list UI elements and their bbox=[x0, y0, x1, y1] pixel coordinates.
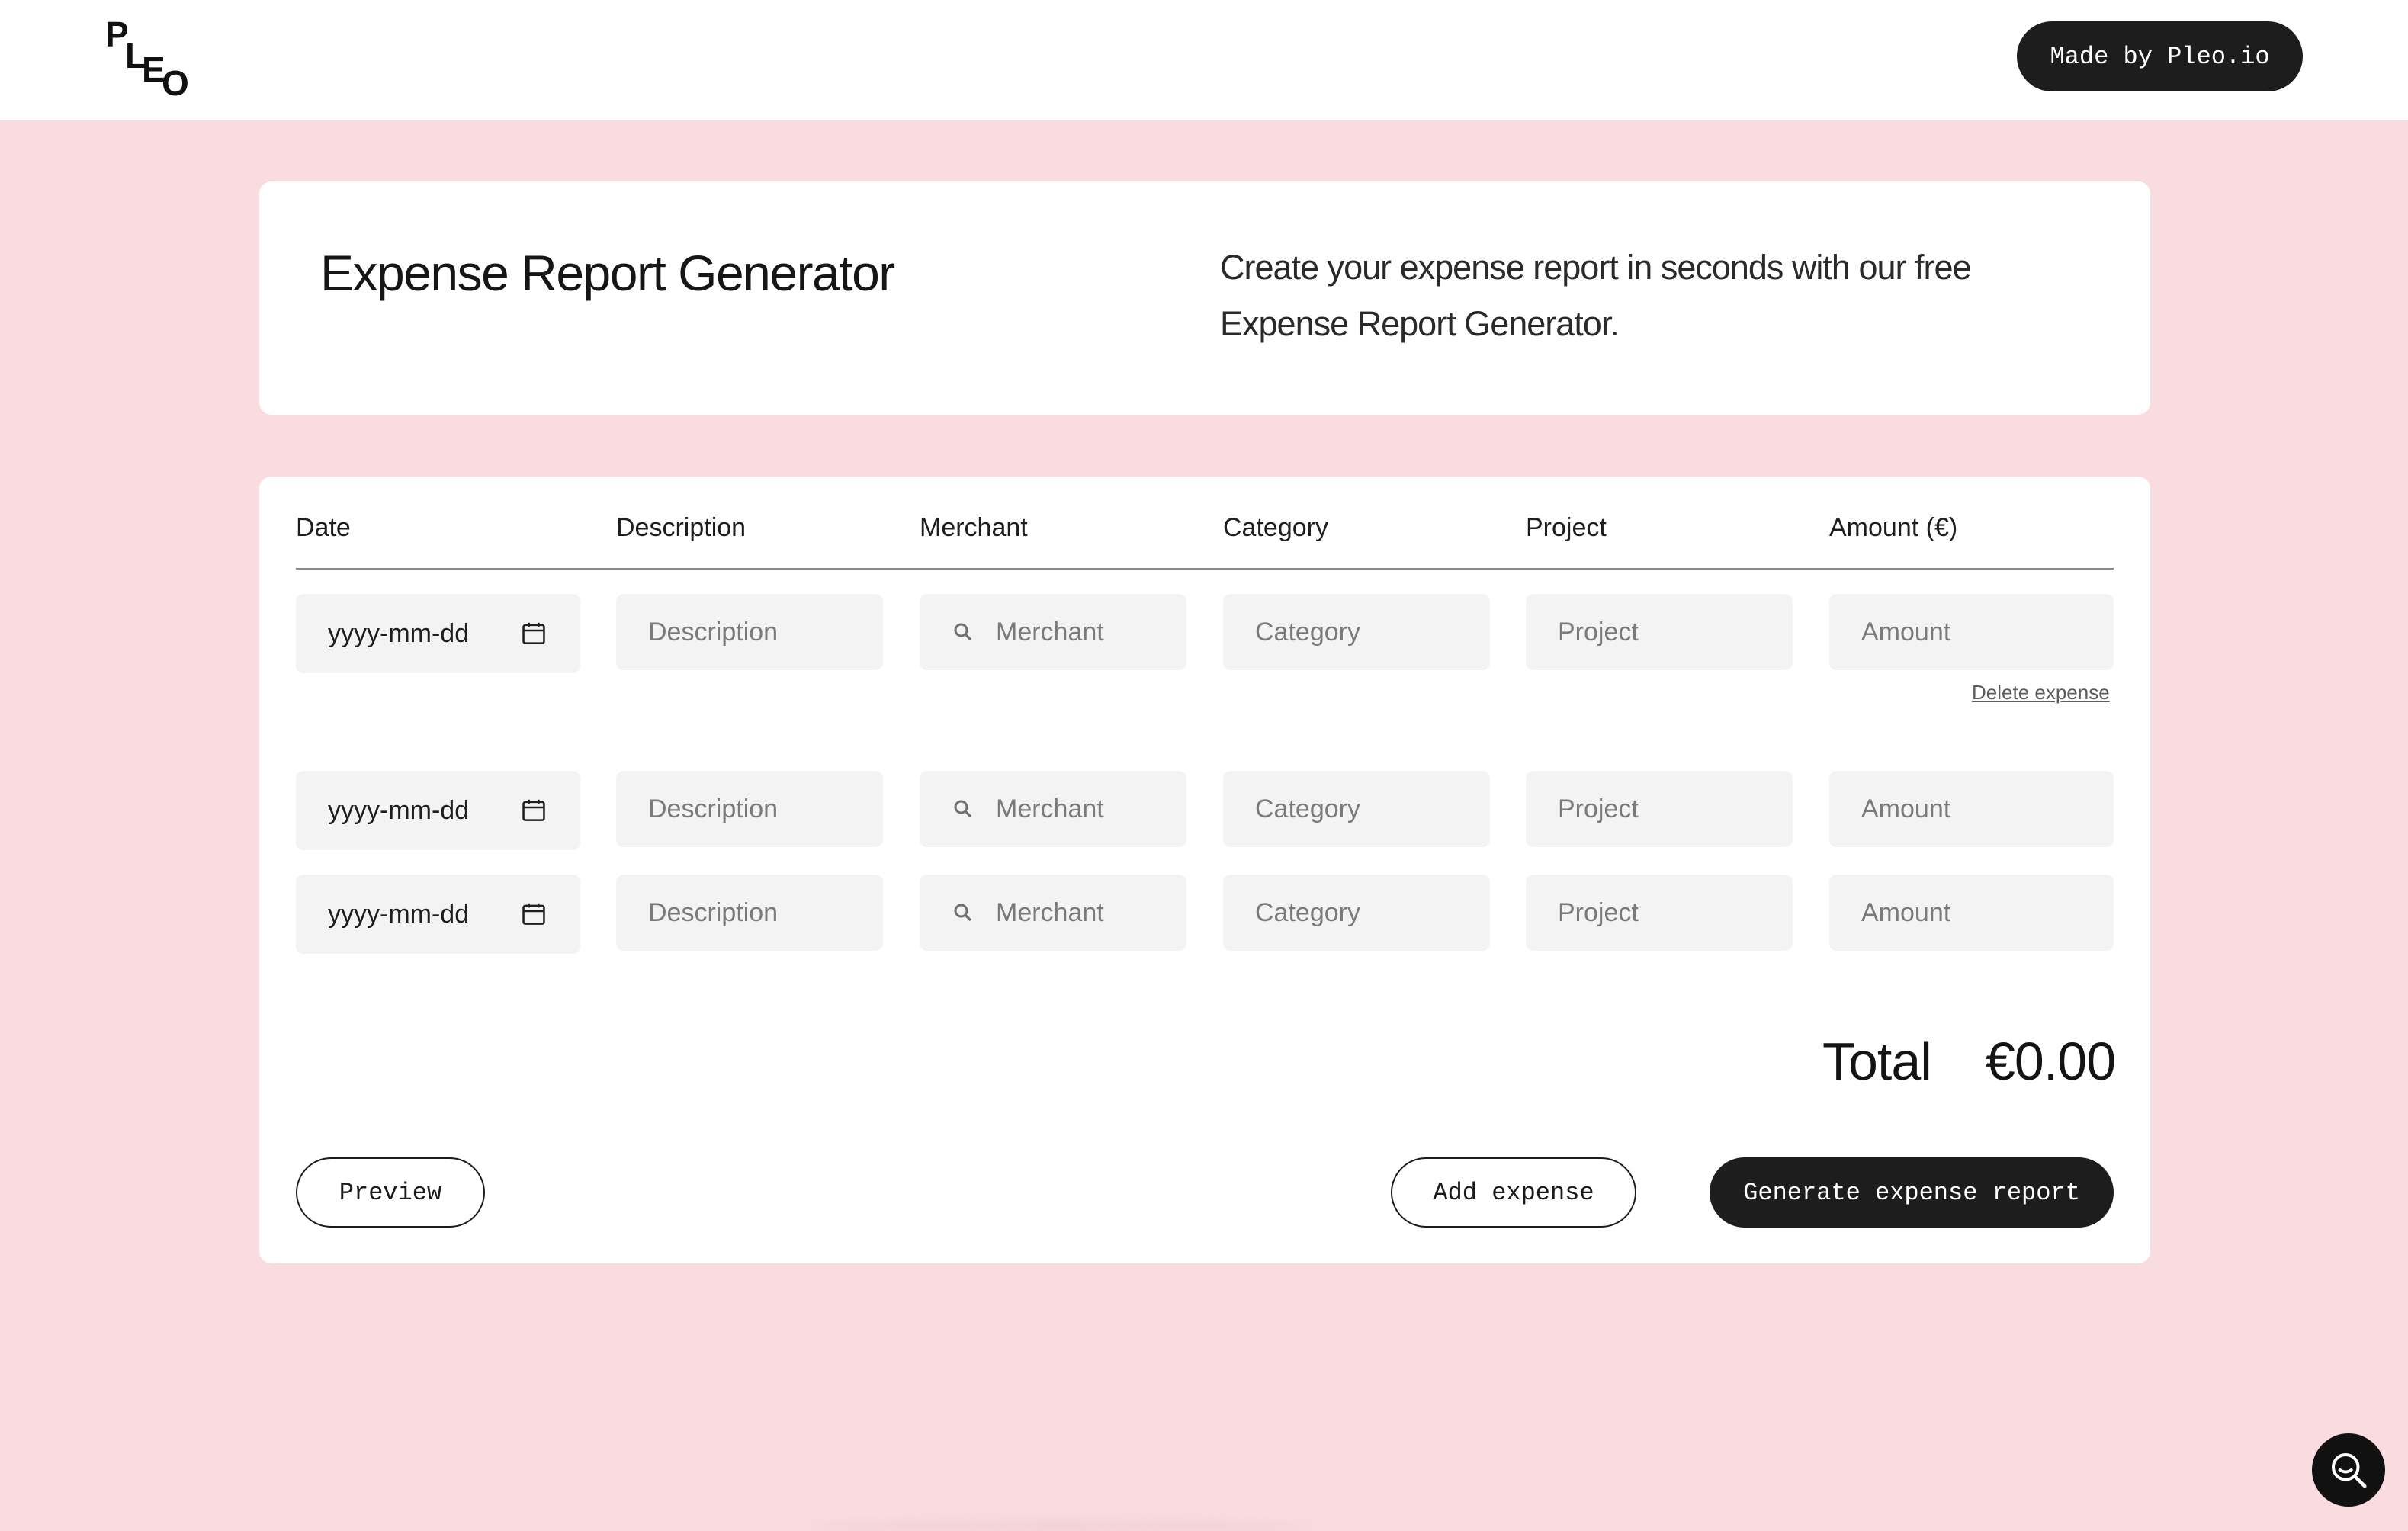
page-description: Create your expense report in seconds wi… bbox=[1220, 248, 1972, 343]
project-placeholder: Project bbox=[1558, 617, 1639, 647]
category-placeholder: Category bbox=[1255, 617, 1360, 647]
pleo-logo[interactable]: P L E O bbox=[104, 15, 192, 103]
date-placeholder: yyyy-mm-dd bbox=[328, 899, 470, 929]
merchant-placeholder: Merchant bbox=[996, 617, 1104, 647]
column-header-category: Category bbox=[1223, 513, 1328, 542]
column-header-amount: Amount (€) bbox=[1829, 513, 1958, 542]
merchant-placeholder: Merchant bbox=[996, 897, 1104, 927]
total-label: Total bbox=[1822, 1032, 1932, 1091]
category-input[interactable]: Category bbox=[1223, 875, 1490, 951]
column-header-project: Project bbox=[1526, 513, 1607, 542]
description-placeholder: Description bbox=[648, 617, 779, 647]
category-input[interactable]: Category bbox=[1223, 594, 1490, 670]
merchant-input[interactable]: Merchant bbox=[920, 771, 1186, 847]
project-input[interactable]: Project bbox=[1526, 594, 1793, 670]
chat-widget-button[interactable] bbox=[2312, 1433, 2385, 1507]
delete-expense-link[interactable]: Delete expense bbox=[1972, 681, 2110, 705]
hero-card: Expense Report Generator Create your exp… bbox=[259, 181, 2150, 415]
amount-placeholder: Amount bbox=[1861, 617, 1951, 647]
date-input[interactable]: yyyy-mm-dd bbox=[296, 875, 580, 954]
date-placeholder: yyyy-mm-dd bbox=[328, 618, 470, 648]
category-input[interactable]: Category bbox=[1223, 771, 1490, 847]
column-header-date: Date bbox=[296, 513, 351, 542]
description-placeholder: Description bbox=[648, 897, 779, 927]
project-placeholder: Project bbox=[1558, 794, 1639, 823]
search-icon bbox=[954, 623, 972, 641]
preview-button[interactable]: Preview bbox=[296, 1157, 485, 1228]
header-divider bbox=[296, 568, 2114, 570]
description-input[interactable]: Description bbox=[616, 875, 883, 951]
amount-input[interactable]: Amount bbox=[1829, 875, 2114, 951]
column-header-merchant: Merchant bbox=[920, 513, 1028, 542]
search-icon bbox=[954, 800, 972, 818]
logo-letter-o: O bbox=[162, 63, 189, 103]
amount-input[interactable]: Amount bbox=[1829, 594, 2114, 670]
made-by-pleo-button[interactable]: Made by Pleo.io bbox=[2017, 21, 2303, 91]
top-bar: P L E O Made by Pleo.io bbox=[0, 0, 2408, 120]
add-expense-button[interactable]: Add expense bbox=[1391, 1157, 1636, 1228]
calendar-icon[interactable] bbox=[519, 796, 548, 825]
calendar-icon[interactable] bbox=[519, 619, 548, 648]
project-input[interactable]: Project bbox=[1526, 771, 1793, 847]
date-placeholder: yyyy-mm-dd bbox=[328, 795, 470, 825]
search-icon bbox=[954, 904, 972, 922]
amount-input[interactable]: Amount bbox=[1829, 771, 2114, 847]
column-header-description: Description bbox=[616, 513, 746, 542]
amount-placeholder: Amount bbox=[1861, 794, 1951, 823]
merchant-input[interactable]: Merchant bbox=[920, 594, 1186, 670]
search-chat-icon bbox=[2332, 1453, 2367, 1488]
expense-form-card: Date Description Merchant Category Proje… bbox=[259, 477, 2150, 1263]
category-placeholder: Category bbox=[1255, 794, 1360, 823]
description-placeholder: Description bbox=[648, 794, 779, 823]
generate-expense-report-button[interactable]: Generate expense report bbox=[1710, 1157, 2114, 1228]
category-placeholder: Category bbox=[1255, 897, 1360, 927]
bottom-shadow bbox=[808, 1522, 1312, 1531]
project-input[interactable]: Project bbox=[1526, 875, 1793, 951]
calendar-icon[interactable] bbox=[519, 900, 548, 929]
merchant-input[interactable]: Merchant bbox=[920, 875, 1186, 951]
description-input[interactable]: Description bbox=[616, 771, 883, 847]
project-placeholder: Project bbox=[1558, 897, 1639, 927]
date-input[interactable]: yyyy-mm-dd bbox=[296, 594, 580, 673]
merchant-placeholder: Merchant bbox=[996, 794, 1104, 823]
amount-placeholder: Amount bbox=[1861, 897, 1951, 927]
total-value: €0.00 bbox=[1986, 1032, 2116, 1091]
page-title: Expense Report Generator bbox=[320, 245, 895, 301]
date-input[interactable]: yyyy-mm-dd bbox=[296, 771, 580, 850]
description-input[interactable]: Description bbox=[616, 594, 883, 670]
